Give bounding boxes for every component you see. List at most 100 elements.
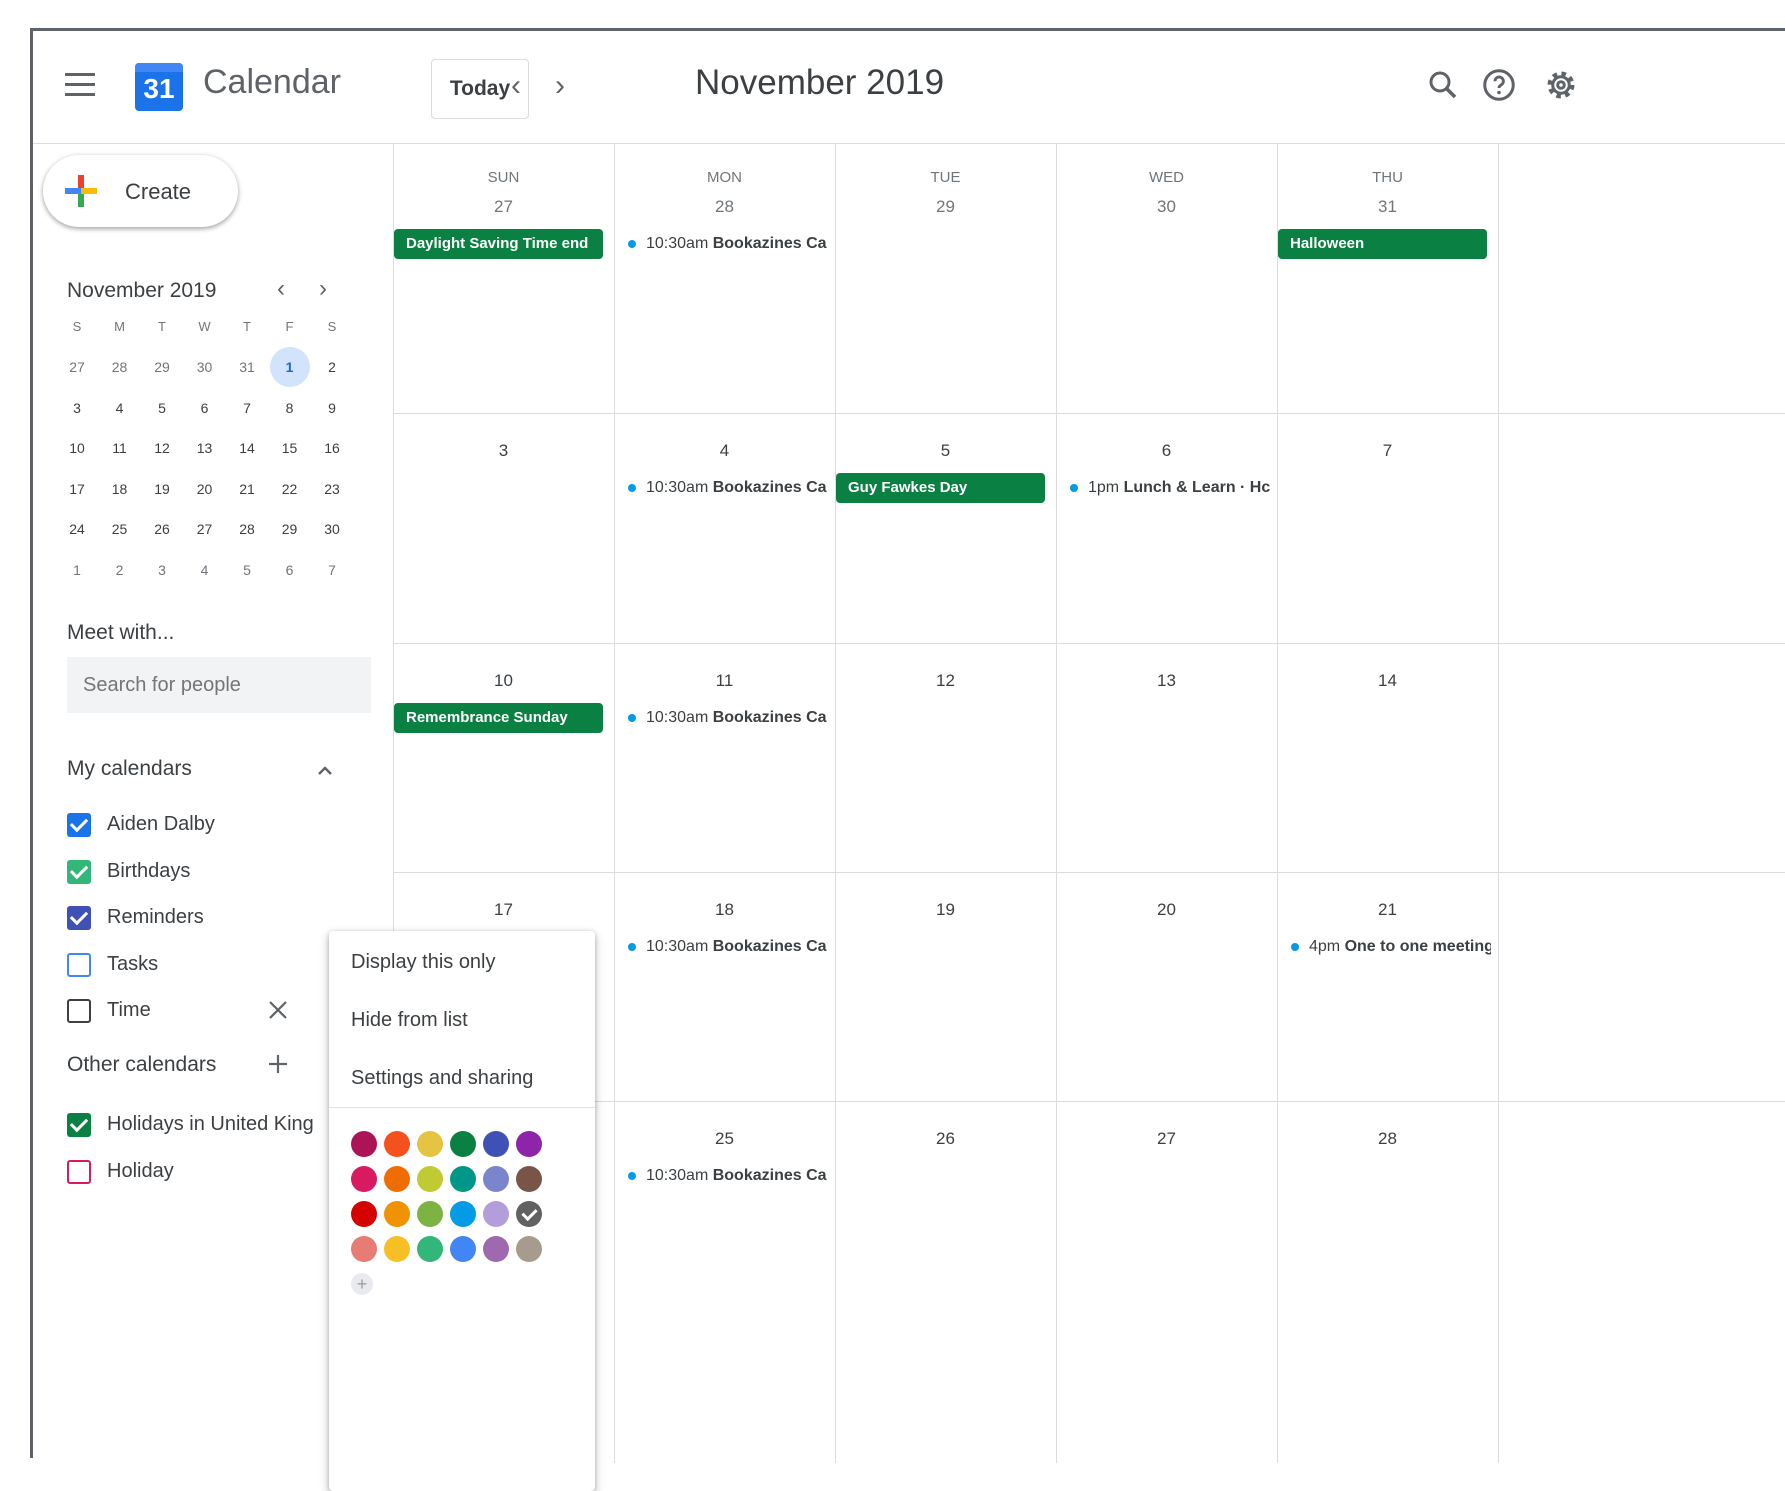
add-custom-color-button[interactable]: + [351, 1273, 373, 1295]
mini-day[interactable]: 2 [100, 550, 140, 590]
calendar-checkbox[interactable] [67, 859, 91, 884]
color-swatch[interactable] [450, 1131, 476, 1157]
all-day-event[interactable]: Guy Fawkes Day [836, 473, 1045, 503]
calendar-checkbox[interactable] [67, 999, 91, 1024]
mini-day[interactable]: 30 [185, 347, 225, 387]
color-swatch[interactable] [351, 1166, 377, 1192]
color-swatch[interactable] [384, 1131, 410, 1157]
mini-day[interactable]: 6 [185, 388, 225, 428]
mini-day[interactable]: 10 [57, 428, 97, 468]
mini-day[interactable]: 7 [312, 550, 352, 590]
date-number[interactable]: 3 [393, 441, 614, 461]
chevron-up-icon[interactable] [315, 761, 335, 781]
timed-event[interactable]: 4pm One to one meeting [1291, 932, 1491, 962]
calendar-checkbox[interactable] [67, 813, 91, 837]
mini-day[interactable]: 7 [227, 388, 267, 428]
date-number[interactable]: 13 [1056, 671, 1277, 691]
mini-day[interactable]: 22 [270, 469, 310, 509]
mini-day[interactable]: 25 [100, 509, 140, 549]
close-icon[interactable] [267, 999, 289, 1021]
mini-day[interactable]: 12 [142, 428, 182, 468]
date-number[interactable]: 14 [1277, 671, 1498, 691]
date-number[interactable]: 5 [835, 441, 1056, 461]
mini-day[interactable]: 11 [100, 428, 140, 468]
date-number[interactable]: 19 [835, 900, 1056, 920]
timed-event[interactable]: 10:30am Bookazines Ca [628, 473, 828, 503]
date-number[interactable]: 6 [1056, 441, 1277, 461]
mini-day[interactable]: 27 [185, 509, 225, 549]
color-swatch[interactable] [417, 1166, 443, 1192]
date-number[interactable]: 29 [835, 197, 1056, 217]
timed-event[interactable]: 10:30am Bookazines Ca [628, 229, 828, 259]
color-swatch[interactable] [351, 1131, 377, 1157]
date-number[interactable]: 7 [1277, 441, 1498, 461]
date-number[interactable]: 28 [1277, 1129, 1498, 1149]
mini-day[interactable]: 9 [312, 388, 352, 428]
color-swatch[interactable] [483, 1236, 509, 1262]
search-icon[interactable] [1425, 67, 1461, 103]
color-swatch[interactable] [516, 1236, 542, 1262]
mini-day[interactable]: 18 [100, 469, 140, 509]
mini-day[interactable]: 8 [270, 388, 310, 428]
mini-day[interactable]: 15 [270, 428, 310, 468]
hide-from-list-option[interactable]: Hide from list [351, 1009, 468, 1032]
color-swatch[interactable] [417, 1201, 443, 1227]
mini-prev-button[interactable]: ‹ [277, 275, 285, 303]
mini-day[interactable]: 4 [100, 388, 140, 428]
mini-day[interactable]: 21 [227, 469, 267, 509]
date-number[interactable]: 17 [393, 900, 614, 920]
display-this-only-option[interactable]: Display this only [351, 951, 496, 974]
mini-day[interactable]: 5 [227, 550, 267, 590]
date-number[interactable]: 26 [835, 1129, 1056, 1149]
color-swatch[interactable] [450, 1236, 476, 1262]
create-button[interactable]: Create [43, 155, 238, 227]
date-number[interactable]: 27 [1056, 1129, 1277, 1149]
mini-day[interactable]: 30 [312, 509, 352, 549]
timed-event[interactable]: 1pm Lunch & Learn · Hc [1070, 473, 1270, 503]
mini-next-button[interactable]: › [319, 275, 327, 303]
date-number[interactable]: 11 [614, 671, 835, 691]
mini-day[interactable]: 17 [57, 469, 97, 509]
mini-day[interactable]: 29 [270, 509, 310, 549]
all-day-event[interactable]: Remembrance Sunday [394, 703, 603, 733]
date-number[interactable]: 4 [614, 441, 835, 461]
calendar-checkbox[interactable] [67, 1113, 91, 1137]
mini-day[interactable]: 19 [142, 469, 182, 509]
mini-day[interactable]: 29 [142, 347, 182, 387]
timed-event[interactable]: 10:30am Bookazines Ca [628, 703, 828, 733]
mini-day[interactable]: 26 [142, 509, 182, 549]
settings-and-sharing-option[interactable]: Settings and sharing [351, 1067, 533, 1090]
mini-day[interactable]: 3 [142, 550, 182, 590]
mini-day[interactable]: 31 [227, 347, 267, 387]
mini-day[interactable]: 16 [312, 428, 352, 468]
mini-day[interactable]: 20 [185, 469, 225, 509]
color-swatch[interactable] [417, 1131, 443, 1157]
add-icon[interactable] [267, 1053, 289, 1075]
mini-day[interactable]: 13 [185, 428, 225, 468]
date-number[interactable]: 28 [614, 197, 835, 217]
color-swatch[interactable] [384, 1201, 410, 1227]
mini-day[interactable]: 24 [57, 509, 97, 549]
mini-day[interactable]: 27 [57, 347, 97, 387]
color-swatch[interactable] [417, 1236, 443, 1262]
date-number[interactable]: 25 [614, 1129, 835, 1149]
timed-event[interactable]: 10:30am Bookazines Ca [628, 932, 828, 962]
color-swatch[interactable] [516, 1131, 542, 1157]
mini-day[interactable]: 1 [57, 550, 97, 590]
calendar-checkbox[interactable] [67, 906, 91, 931]
help-icon[interactable] [1481, 67, 1517, 103]
color-swatch[interactable] [450, 1201, 476, 1227]
date-number[interactable]: 30 [1056, 197, 1277, 217]
my-calendars-title[interactable]: My calendars [67, 757, 192, 781]
color-swatch[interactable] [483, 1201, 509, 1227]
date-number[interactable]: 31 [1277, 197, 1498, 217]
prev-period-button[interactable]: ‹ [501, 69, 531, 103]
mini-day[interactable]: 4 [185, 550, 225, 590]
main-menu-icon[interactable] [65, 73, 95, 97]
timed-event[interactable]: 10:30am Bookazines Ca [628, 1161, 828, 1191]
date-number[interactable]: 27 [393, 197, 614, 217]
date-number[interactable]: 20 [1056, 900, 1277, 920]
gear-icon[interactable] [1543, 67, 1579, 103]
mini-day[interactable]: 6 [270, 550, 310, 590]
calendar-checkbox[interactable] [67, 952, 91, 977]
